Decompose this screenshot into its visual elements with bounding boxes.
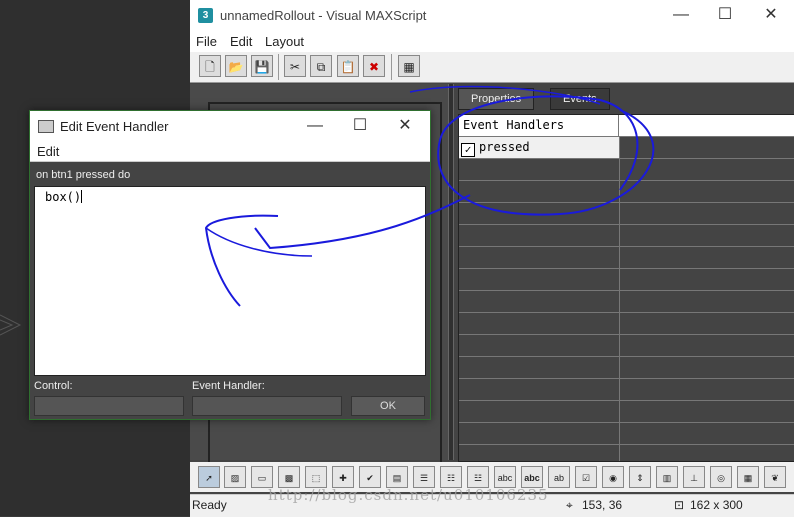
tab-properties[interactable]: Properties: [458, 88, 535, 110]
maximize-icon[interactable]: ☐: [710, 4, 740, 26]
toolbar-separator: [278, 54, 279, 80]
save-icon[interactable]: 💾: [251, 55, 273, 77]
grid-row: [459, 379, 794, 401]
title-bar: 3 unnamedRollout - Visual MAXScript — ☐ …: [190, 0, 794, 32]
dialog-close-icon[interactable]: ✕: [390, 115, 420, 137]
status-coords: 153, 36: [582, 498, 623, 512]
paste-icon[interactable]: 📋: [337, 55, 359, 77]
app-icon: 3: [198, 8, 213, 23]
edit-event-handler-dialog: Edit Event Handler — ☐ ✕ Edit on btn1 pr…: [29, 110, 431, 420]
edittext-icon[interactable]: abc: [494, 466, 516, 488]
listbox-icon[interactable]: ☳: [467, 466, 489, 488]
grid-row-pressed[interactable]: ✓ pressed: [459, 137, 794, 159]
text-caret: [81, 190, 83, 203]
status-text: Ready: [192, 498, 227, 512]
window-title: unnamedRollout - Visual MAXScript: [220, 8, 427, 23]
dialog-window-icon: [38, 120, 54, 133]
checkbutton-icon[interactable]: ✔: [359, 466, 381, 488]
slider-icon[interactable]: ⊥: [683, 466, 705, 488]
grid-row: [459, 225, 794, 247]
position-icon: ⌖: [566, 498, 573, 512]
grid-row: [459, 357, 794, 379]
grid-row: [459, 269, 794, 291]
material-button-icon[interactable]: ⬚: [305, 466, 327, 488]
colorpicker-icon[interactable]: ▤: [386, 466, 408, 488]
event-handler-label: Event Handler:: [192, 380, 265, 392]
dialog-menu-edit[interactable]: Edit: [37, 144, 59, 159]
status-size: 162 x 300: [690, 498, 743, 512]
cut-icon[interactable]: ✂: [284, 55, 306, 77]
grid-row: [459, 445, 794, 461]
timer-icon[interactable]: ◎: [710, 466, 732, 488]
dialog-maximize-icon[interactable]: ☐: [345, 115, 375, 137]
grid-row: [459, 247, 794, 269]
dialog-minimize-icon[interactable]: —: [300, 115, 330, 137]
checkbox-icon[interactable]: ✓: [461, 143, 475, 157]
control-label: Control:: [34, 380, 73, 392]
grid-header-row: Event Handlers: [459, 115, 794, 137]
bitmap-icon[interactable]: ▨: [224, 466, 246, 488]
properties-panel: Properties Events Event Handlers ✓ presse…: [454, 84, 794, 462]
delete-icon[interactable]: ✖: [363, 55, 385, 77]
curve-control-icon[interactable]: ❦: [764, 466, 786, 488]
ok-button[interactable]: OK: [351, 396, 425, 416]
pickbutton-icon[interactable]: ✚: [332, 466, 354, 488]
code-text[interactable]: box(): [45, 190, 81, 204]
dialog-menu-bar: Edit: [30, 141, 430, 162]
menu-file[interactable]: File: [196, 34, 217, 49]
label-icon[interactable]: abc: [521, 466, 543, 488]
tab-events[interactable]: Events: [550, 88, 610, 110]
grid-row: [459, 203, 794, 225]
toolbar: 🗋 📂 💾 ✂ ⧉ 📋 ✖ ▦: [190, 52, 794, 83]
menu-bar: File Edit Layout: [190, 32, 794, 53]
new-icon[interactable]: 🗋: [199, 55, 221, 77]
control-field[interactable]: [34, 396, 184, 416]
map-button-icon[interactable]: ▩: [278, 466, 300, 488]
combobox-icon[interactable]: ☰: [413, 466, 435, 488]
grid-row: [459, 159, 794, 181]
groupbox-icon[interactable]: ab: [548, 466, 570, 488]
handler-signature: on btn1 pressed do: [36, 169, 131, 181]
toolbar-separator: [391, 54, 392, 80]
watermark: http://blog.csdn.net/u010106235: [268, 486, 549, 504]
open-icon[interactable]: 📂: [225, 55, 247, 77]
grid-row: [459, 335, 794, 357]
dropdown-icon[interactable]: ☷: [440, 466, 462, 488]
grid-row: [459, 423, 794, 445]
pointer-icon[interactable]: ➚: [198, 466, 220, 488]
grid-item-label: pressed: [479, 140, 530, 154]
grid-row: [459, 291, 794, 313]
progressbar-icon[interactable]: ▥: [656, 466, 678, 488]
spinner-icon[interactable]: ⇕: [629, 466, 651, 488]
checkbox-control-icon[interactable]: ☑: [575, 466, 597, 488]
dialog-title-bar: Edit Event Handler — ☐ ✕: [30, 111, 430, 141]
event-handler-field[interactable]: [192, 396, 342, 416]
grid-icon[interactable]: ▦: [398, 55, 420, 77]
copy-icon[interactable]: ⧉: [310, 55, 332, 77]
radiobutton-icon[interactable]: ◉: [602, 466, 624, 488]
menu-layout[interactable]: Layout: [265, 34, 304, 49]
grid-header: Event Handlers: [459, 115, 619, 136]
close-icon[interactable]: ✕: [756, 4, 786, 26]
activex-icon[interactable]: ▦: [737, 466, 759, 488]
grid-item[interactable]: ✓ pressed: [459, 137, 620, 158]
menu-edit[interactable]: Edit: [230, 34, 252, 49]
minimize-icon[interactable]: —: [666, 4, 696, 26]
grid-row: [459, 401, 794, 423]
event-grid: Event Handlers ✓ pressed: [458, 114, 794, 462]
button-control-icon[interactable]: ▭: [251, 466, 273, 488]
code-editor[interactable]: box(): [34, 186, 426, 376]
grid-row: [459, 181, 794, 203]
size-icon: ⊡: [674, 498, 685, 512]
grid-row: [459, 313, 794, 335]
dialog-title: Edit Event Handler: [60, 119, 169, 134]
